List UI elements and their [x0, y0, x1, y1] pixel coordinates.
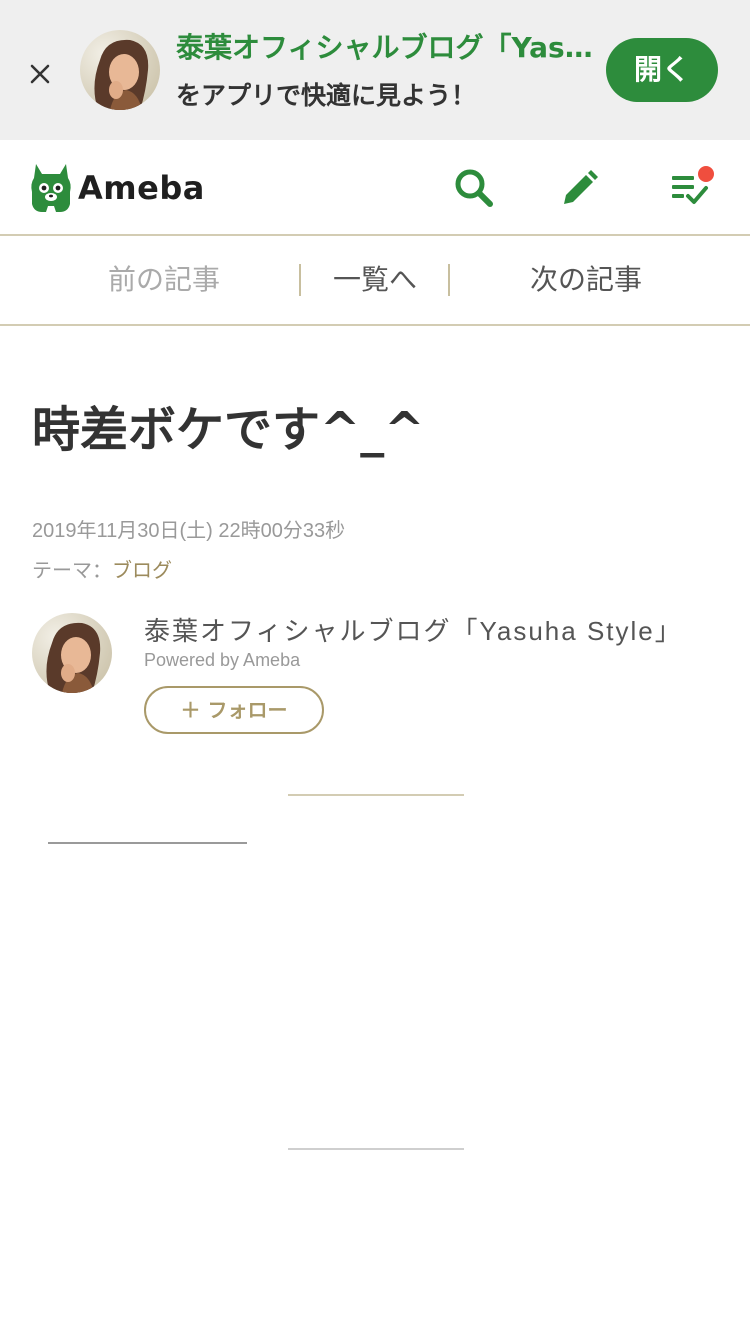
section-divider — [288, 794, 464, 796]
ameba-logo[interactable]: Ameba — [30, 162, 205, 214]
article-list-link[interactable]: 一覧へ — [302, 236, 448, 324]
pager-divider — [299, 264, 301, 296]
blog-avatar — [80, 30, 160, 110]
article-pager: 前の記事 一覧へ 次の記事 — [0, 236, 750, 326]
banner-title: 泰葉オフィシャルブログ「Yasuha Style」 — [176, 31, 596, 64]
powered-by: Powered by Ameba — [144, 650, 301, 670]
theme-label: テーマ： — [32, 560, 112, 582]
author-avatar[interactable] — [32, 613, 112, 693]
next-article-link[interactable]: 次の記事 — [486, 236, 686, 324]
ameba-mascot-icon — [31, 164, 71, 212]
site-header: Ameba — [0, 140, 750, 236]
close-icon[interactable] — [22, 56, 58, 92]
search-icon[interactable] — [452, 166, 496, 210]
content-divider — [48, 842, 247, 844]
article-theme: テーマ：ブログ — [32, 554, 172, 583]
open-app-button[interactable]: 開く — [606, 38, 718, 102]
pencil-icon[interactable] — [558, 166, 602, 210]
follow-button[interactable]: ＋ フォロー — [144, 686, 324, 734]
app-banner: 泰葉オフィシャルブログ「Yasuha Style」 をアプリで快適に見よう！ 開… — [0, 0, 750, 140]
prev-article-link[interactable]: 前の記事 — [64, 236, 264, 324]
logo-text: Ameba — [78, 169, 205, 207]
blog-name-link[interactable]: 泰葉オフィシャルブログ「Yasuha Style」 — [144, 611, 683, 648]
notification-dot — [698, 166, 714, 182]
section-divider — [288, 1148, 464, 1150]
article-title: 時差ボケです^_^ — [32, 402, 425, 458]
theme-link[interactable]: ブログ — [112, 560, 172, 582]
article-date: 2019年11月30日(土) 22時00分33秒 — [32, 520, 346, 542]
pager-divider — [448, 264, 450, 296]
banner-subtitle: をアプリで快適に見よう！ — [176, 81, 477, 110]
